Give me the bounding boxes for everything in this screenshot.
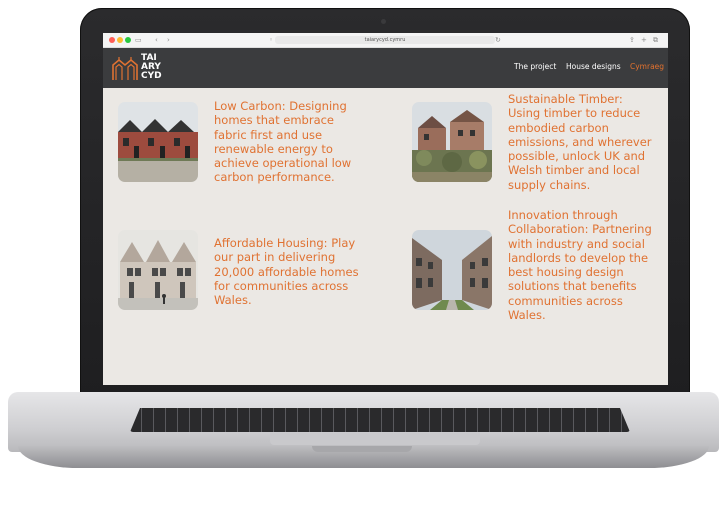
browser-toolbar: ▭ ‹ › ◦ taiarycyd.cymru ↻ ⇪ + ⧉ (103, 33, 668, 48)
nav-cymraeg[interactable]: Cymraeg (630, 62, 664, 71)
trackpad (270, 433, 480, 445)
nav-house-designs[interactable]: House designs (566, 62, 621, 71)
close-window-button[interactable] (109, 37, 115, 43)
sidebar-icon[interactable]: ▭ (135, 34, 142, 46)
feature-sustainable-timber-text: Sustainable Timber: Using timber to redu… (508, 92, 652, 192)
new-tab-icon[interactable]: + (641, 34, 647, 46)
low-carbon-houses-image (118, 102, 198, 182)
keyboard (130, 408, 630, 432)
nav-the-project[interactable]: The project (514, 62, 556, 71)
sustainable-timber-houses-image (412, 102, 492, 182)
share-icon[interactable]: ⇪ (629, 34, 635, 46)
minimize-window-button[interactable] (117, 37, 123, 43)
laptop-screen: ▭ ‹ › ◦ taiarycyd.cymru ↻ ⇪ + ⧉ TAI ARY … (103, 33, 668, 385)
forward-icon[interactable]: › (167, 34, 170, 46)
lid-notch (312, 446, 412, 452)
address-bar[interactable]: taiarycyd.cymru (275, 36, 495, 44)
collaboration-street-image (412, 230, 492, 310)
feature-collaboration-text: Innovation through Collaboration: Partne… (508, 208, 652, 323)
maximize-window-button[interactable] (125, 37, 131, 43)
house-logo-icon[interactable] (112, 55, 138, 81)
webcam (381, 19, 386, 24)
privacy-shield-icon: ◦ (269, 36, 274, 44)
site-header: TAI ARY CYD The project House designs Cy… (103, 48, 668, 88)
feature-low-carbon-text: Low Carbon: Designing homes that embrace… (214, 99, 352, 185)
affordable-housing-image (118, 230, 198, 310)
logo-line: CYD (141, 71, 162, 81)
feature-affordable-housing-text: Affordable Housing: Play our part in del… (214, 236, 359, 308)
reload-icon[interactable]: ↻ (495, 34, 501, 46)
back-icon[interactable]: ‹ (155, 34, 158, 46)
logo-wordmark[interactable]: TAI ARY CYD (141, 54, 162, 81)
tabs-overview-icon[interactable]: ⧉ (653, 34, 658, 46)
